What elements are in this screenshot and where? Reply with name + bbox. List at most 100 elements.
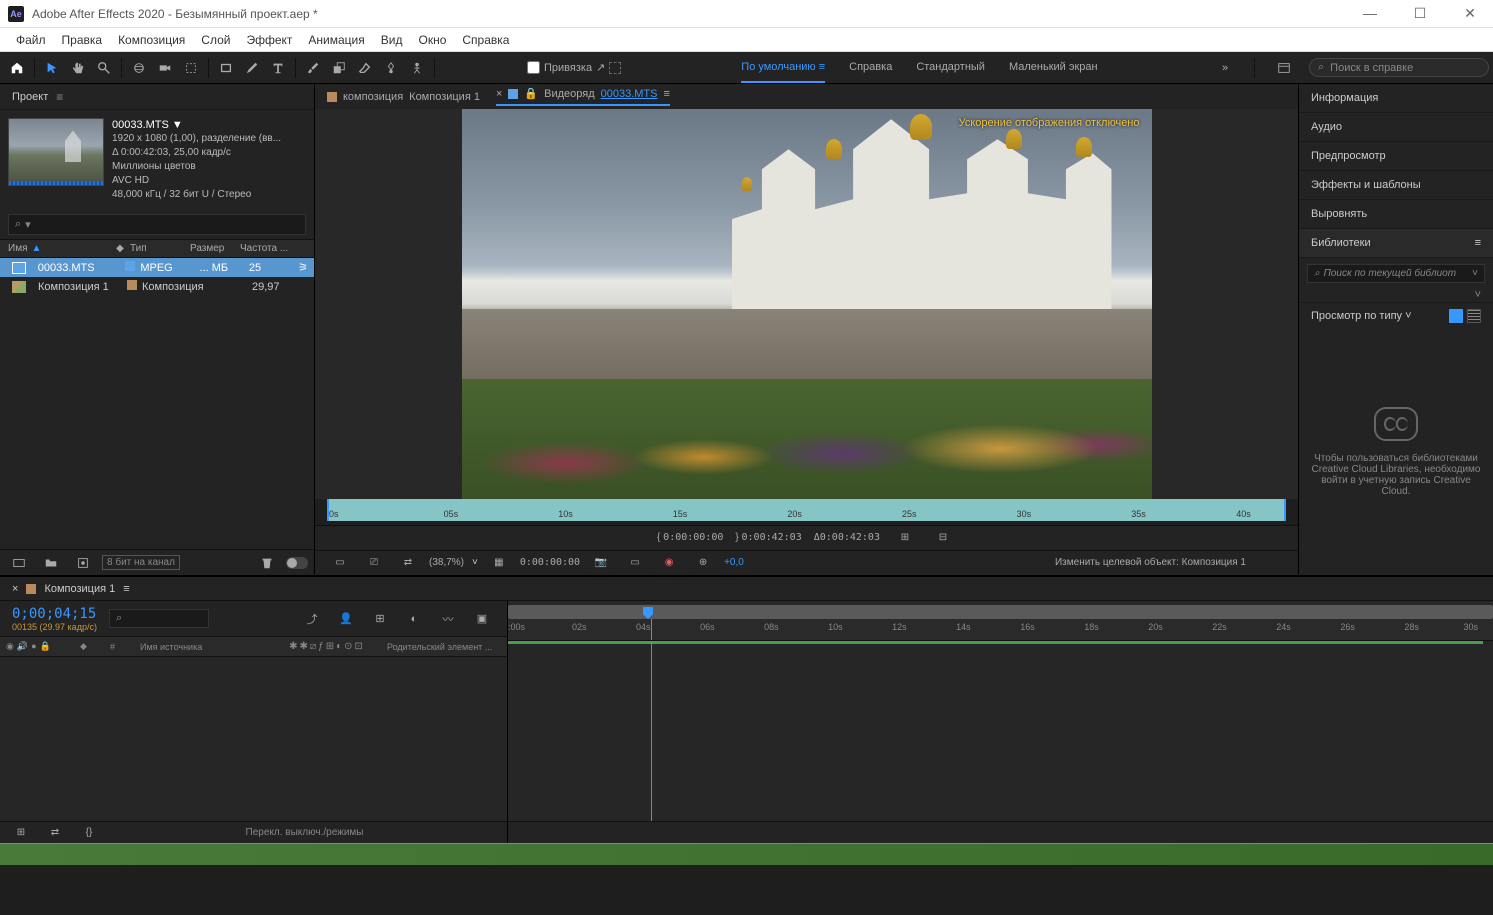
workspace-help[interactable]: Справка: [849, 53, 892, 83]
home-button[interactable]: [5, 56, 29, 80]
timeline-ruler[interactable]: :00s 02s 04s 06s 08s 10s 12s 14s 16s 18s…: [508, 619, 1493, 641]
speaker-icon[interactable]: 🔊: [17, 641, 28, 652]
toggle-modes-button[interactable]: Перекл. выключ./режимы: [110, 827, 499, 838]
timeline-search[interactable]: ⌕: [109, 609, 209, 628]
panel-preview[interactable]: Предпросмотр: [1299, 142, 1493, 171]
folder-icon[interactable]: [39, 551, 63, 575]
trash-icon[interactable]: [255, 551, 279, 575]
frame-blend-icon[interactable]: ⊞: [368, 607, 392, 631]
edit-target[interactable]: Изменить целевой объект: Композиция 1: [1055, 557, 1246, 568]
minimize-button[interactable]: —: [1355, 5, 1385, 22]
workspace-standard[interactable]: Стандартный: [916, 53, 985, 83]
orbit-tool[interactable]: [127, 56, 151, 80]
draft-3d-icon[interactable]: ▣: [470, 607, 494, 631]
workspace-default[interactable]: По умолчанию ≡: [741, 53, 825, 83]
menu-animation[interactable]: Анимация: [300, 31, 372, 49]
roto-tool[interactable]: [379, 56, 403, 80]
composition-viewport[interactable]: Ускорение отображения отключено: [315, 109, 1298, 499]
menu-help[interactable]: Справка: [454, 31, 517, 49]
graph-editor-icon[interactable]: 〰: [436, 607, 460, 631]
close-button[interactable]: ✕: [1455, 5, 1485, 22]
grid-view-icon[interactable]: [1449, 309, 1463, 323]
playhead[interactable]: [651, 619, 652, 640]
panel-audio[interactable]: Аудио: [1299, 113, 1493, 142]
pan-behind-tool[interactable]: [179, 56, 203, 80]
reset-exposure-icon[interactable]: ⊕: [691, 551, 715, 575]
selection-tool[interactable]: [40, 56, 64, 80]
solo-icon[interactable]: ●: [31, 641, 36, 652]
overlay-edit-icon[interactable]: ⊟: [931, 526, 955, 550]
hand-tool[interactable]: [66, 56, 90, 80]
toggle-in-out-icon[interactable]: {}: [77, 821, 101, 845]
menu-layer[interactable]: Слой: [193, 31, 238, 49]
exposure-value[interactable]: +0,0: [724, 557, 744, 568]
rect-tool[interactable]: [214, 56, 238, 80]
panel-menu-icon[interactable]: [1272, 56, 1296, 80]
toggle-switches-icon[interactable]: ⊞: [9, 821, 33, 845]
brush-tool[interactable]: [301, 56, 325, 80]
timeline-timecode[interactable]: 0;00;04;15: [12, 606, 97, 622]
panel-libraries[interactable]: Библиотеки≡: [1299, 229, 1493, 258]
menu-window[interactable]: Окно: [410, 31, 454, 49]
project-row-comp[interactable]: Композиция 1 Композиция 29,97: [0, 277, 314, 296]
playhead-line[interactable]: [651, 641, 652, 821]
comp-tab-footage[interactable]: × 🔒 Видеоряд 00033.MTS ≡: [496, 87, 670, 106]
comp-tab-composition[interactable]: композиция Композиция 1: [327, 91, 480, 103]
panel-info[interactable]: Информация: [1299, 84, 1493, 113]
close-tab-icon[interactable]: ×: [12, 583, 18, 595]
puppet-tool[interactable]: [405, 56, 429, 80]
link-icon[interactable]: ⇄: [396, 551, 420, 575]
interpret-icon[interactable]: [7, 551, 31, 575]
menu-effect[interactable]: Эффект: [238, 31, 300, 49]
panel-menu-icon[interactable]: ≡: [56, 90, 63, 104]
toggle-transfer-icon[interactable]: ⇄: [43, 821, 67, 845]
zoom-tool[interactable]: [92, 56, 116, 80]
panel-effects[interactable]: Эффекты и шаблоны: [1299, 171, 1493, 200]
menu-view[interactable]: Вид: [373, 31, 411, 49]
resolution-icon[interactable]: ⎚: [362, 551, 386, 575]
project-row-mts[interactable]: 00033.MTS MPEG ... МБ 25 ⚞: [0, 258, 314, 277]
menu-composition[interactable]: Композиция: [110, 31, 193, 49]
ripple-insert-icon[interactable]: ⊞: [893, 526, 917, 550]
eraser-tool[interactable]: [353, 56, 377, 80]
snapshot-icon[interactable]: 📷: [589, 551, 613, 575]
panel-menu-icon[interactable]: ≡: [1475, 237, 1481, 249]
workspace-overflow[interactable]: »: [1213, 56, 1237, 80]
show-snapshot-icon[interactable]: ▭: [623, 551, 647, 575]
project-panel-header[interactable]: Проект≡: [0, 84, 314, 110]
current-time[interactable]: 0:00:00:00: [520, 557, 580, 568]
grid-icon[interactable]: ▦: [487, 551, 511, 575]
panel-menu-icon[interactable]: ≡: [123, 583, 129, 595]
timeline-tab[interactable]: Композиция 1: [44, 583, 115, 595]
library-filter[interactable]: Просмотр по типу ˅: [1311, 310, 1412, 322]
timeline-track-area[interactable]: [508, 641, 1493, 821]
pen-tool[interactable]: [240, 56, 264, 80]
timeline-layer-area[interactable]: [0, 657, 507, 821]
camera-tool[interactable]: [153, 56, 177, 80]
text-tool[interactable]: [266, 56, 290, 80]
toggle-switch[interactable]: [286, 557, 308, 569]
new-comp-icon[interactable]: [71, 551, 95, 575]
list-view-icon[interactable]: [1467, 309, 1481, 323]
clone-tool[interactable]: [327, 56, 351, 80]
library-search[interactable]: ⌕ Поиск по текущей библиот ˅: [1307, 264, 1485, 283]
zoom-level[interactable]: (38,7%): [429, 557, 464, 568]
label-icon[interactable]: ◆: [110, 243, 130, 254]
bit-depth[interactable]: 8 бит на канал: [102, 555, 180, 570]
magnify-icon[interactable]: ▭: [328, 551, 352, 575]
eye-icon[interactable]: ◉: [6, 641, 14, 652]
timeline-navigator[interactable]: [508, 605, 1493, 619]
menu-file[interactable]: Файл: [8, 31, 54, 49]
channels-icon[interactable]: ◉: [657, 551, 681, 575]
lock-icon[interactable]: 🔒: [40, 641, 51, 652]
shy-icon[interactable]: 👤: [334, 607, 358, 631]
workspace-small[interactable]: Маленький экран: [1009, 53, 1098, 83]
panel-align[interactable]: Выровнять: [1299, 200, 1493, 229]
project-search[interactable]: ⌕▾: [8, 214, 306, 235]
flowchart-icon[interactable]: ⚞: [298, 261, 308, 274]
snap-toggle[interactable]: Привязка ↗: [527, 61, 621, 74]
comp-mini-flowchart-icon[interactable]: ⤴: [300, 607, 324, 631]
maximize-button[interactable]: ☐: [1405, 5, 1435, 22]
motion-blur-icon[interactable]: ◐: [402, 607, 426, 631]
help-search[interactable]: ⌕ Поиск в справке: [1309, 58, 1489, 77]
